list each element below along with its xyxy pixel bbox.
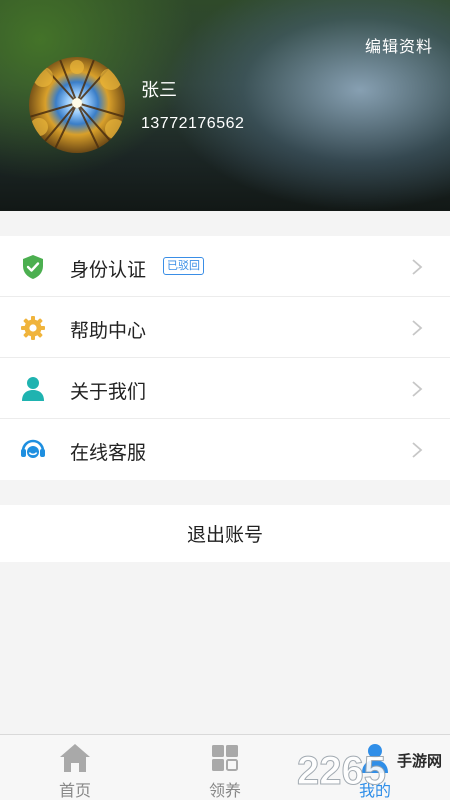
tab-label: 领养 <box>208 783 241 800</box>
gear-icon <box>20 315 46 341</box>
tab-adopt[interactable]: 领养 <box>150 735 300 800</box>
status-badge: 已驳回 <box>163 257 204 275</box>
user-name: 张三 <box>141 80 177 100</box>
tab-label: 我的 <box>358 783 391 800</box>
profile-header: 编辑资料 张三 13772176562 <box>0 0 450 211</box>
chevron-right-icon <box>410 380 424 398</box>
chevron-right-icon <box>410 319 424 337</box>
headset-icon <box>20 437 46 463</box>
menu-item-label: 关于我们 <box>70 382 147 403</box>
logout-button[interactable]: 退出账号 <box>0 505 450 562</box>
avatar-image <box>29 57 125 153</box>
person-icon <box>20 376 46 402</box>
menu-item-identity[interactable]: 身份认证 已驳回 <box>0 236 450 297</box>
tab-bar: 首页 领养 我的 <box>0 734 450 800</box>
menu-item-label: 身份认证 <box>70 260 147 281</box>
user-phone: 13772176562 <box>141 115 245 132</box>
menu-item-label: 在线客服 <box>70 443 147 464</box>
home-icon <box>58 741 92 775</box>
menu-item-support[interactable]: 在线客服 <box>0 419 450 480</box>
chevron-right-icon <box>410 258 424 276</box>
grid-icon <box>208 741 242 775</box>
menu-item-label: 帮助中心 <box>70 321 147 342</box>
chevron-right-icon <box>410 441 424 459</box>
menu-item-about[interactable]: 关于我们 <box>0 358 450 419</box>
shield-check-icon <box>20 254 46 280</box>
tab-label: 首页 <box>58 783 91 800</box>
settings-menu: 身份认证 已驳回 帮助中心 关于我们 在线客服 <box>0 236 450 480</box>
menu-item-help[interactable]: 帮助中心 <box>0 297 450 358</box>
edit-profile-link[interactable]: 编辑资料 <box>365 33 433 57</box>
avatar[interactable] <box>29 57 125 153</box>
user-icon <box>358 741 392 775</box>
tab-home[interactable]: 首页 <box>0 735 150 800</box>
tab-mine[interactable]: 我的 <box>300 735 450 800</box>
